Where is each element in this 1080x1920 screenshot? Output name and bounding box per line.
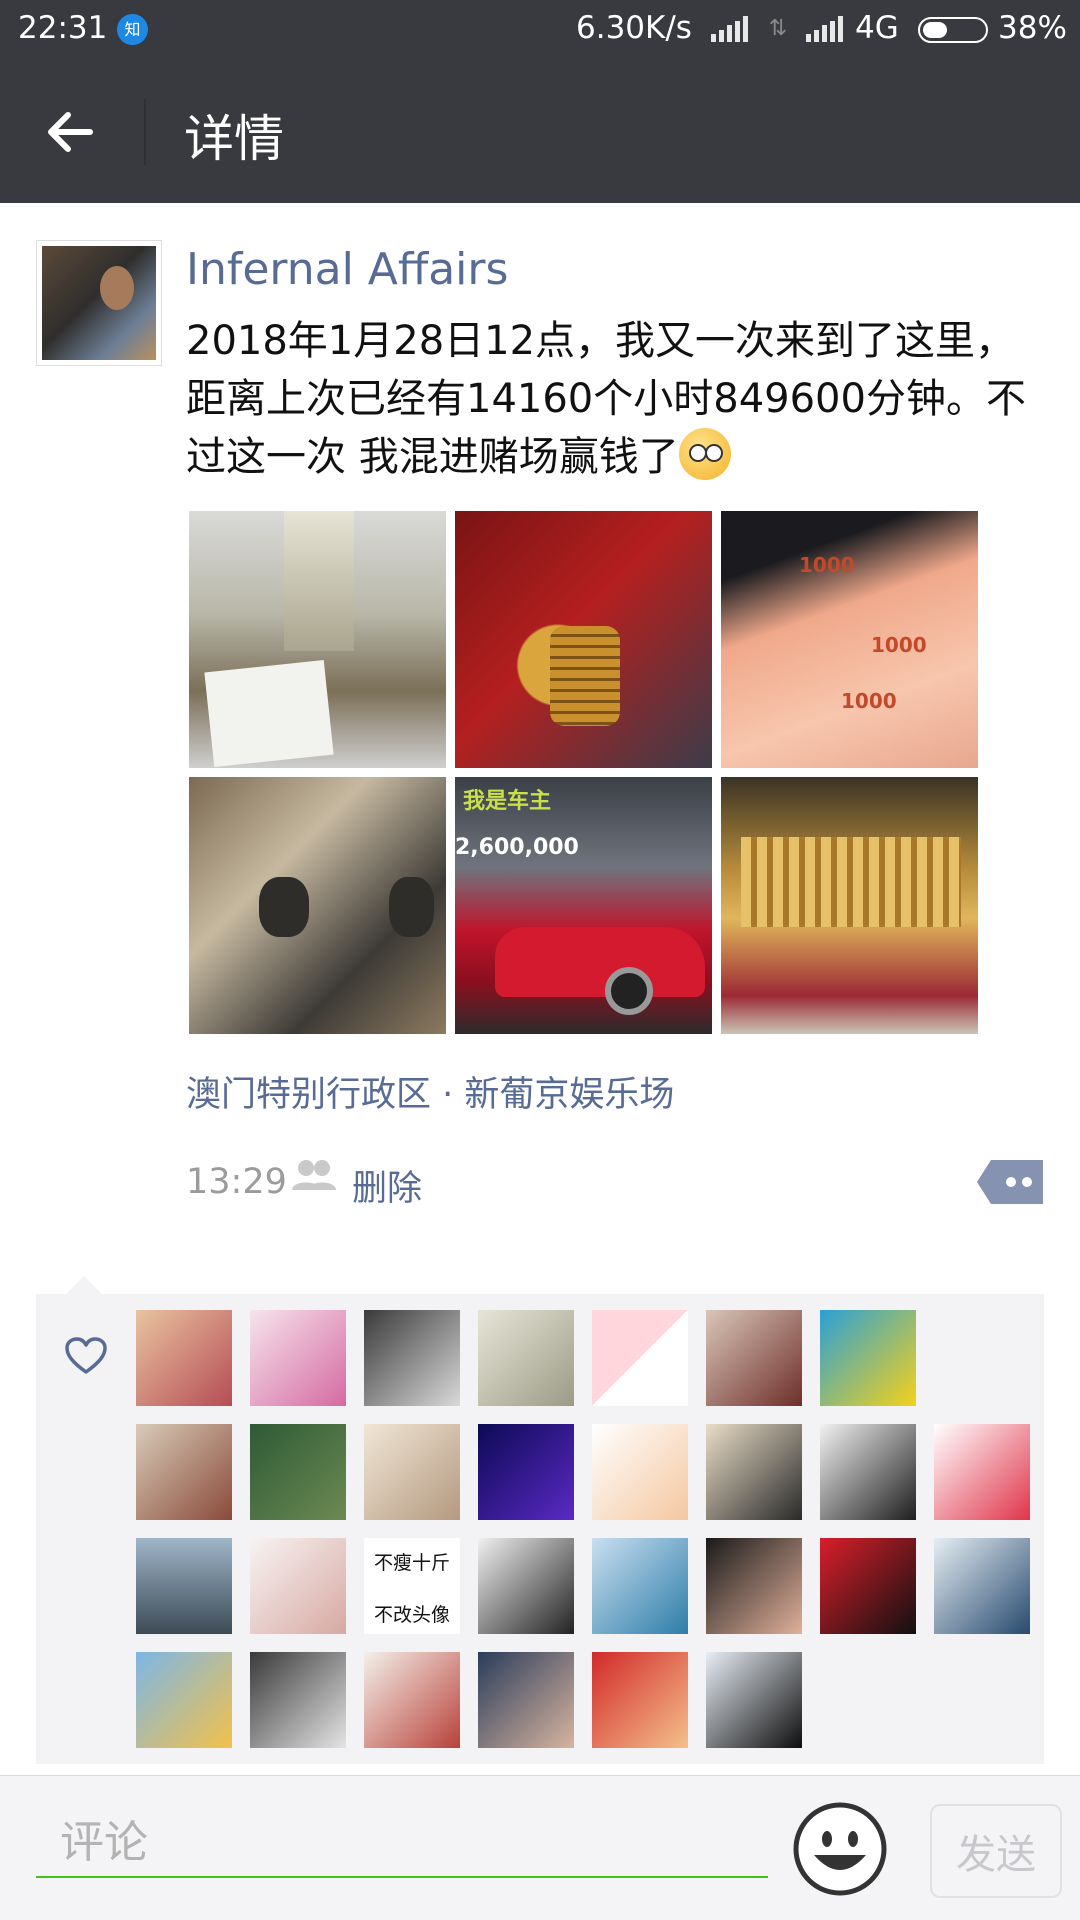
avatar-caption-line1: 不瘦十斤 xyxy=(373,1552,450,1574)
liker-avatar[interactable] xyxy=(706,1538,802,1634)
liker-avatar[interactable] xyxy=(592,1310,688,1406)
liker-avatar[interactable] xyxy=(364,1652,460,1748)
network-type: 4G xyxy=(855,10,899,46)
liker-avatar[interactable] xyxy=(364,1424,460,1520)
arrow-left-icon xyxy=(48,112,93,152)
heart-outline-icon xyxy=(65,1337,107,1374)
post-text: 2018年1月28日12点，我又一次来到了这里，距离上次已经有14160个小时8… xyxy=(186,312,1046,486)
zhihu-notification-icon: 知 xyxy=(117,14,148,45)
liker-avatar[interactable] xyxy=(136,1424,232,1520)
liker-avatar[interactable] xyxy=(250,1310,346,1406)
liker-avatar[interactable] xyxy=(250,1424,346,1520)
back-button[interactable] xyxy=(40,101,102,163)
liker-avatar[interactable] xyxy=(706,1310,802,1406)
liker-avatar[interactable] xyxy=(478,1424,574,1520)
post-body: 2018年1月28日12点，我又一次来到了这里，距离上次已经有14160个小时8… xyxy=(186,318,1026,480)
dizzy-face-emoji-icon xyxy=(678,428,731,480)
liker-avatar[interactable] xyxy=(820,1538,916,1634)
title-divider xyxy=(144,99,146,165)
car-banner-text: 我是车主 xyxy=(463,789,552,814)
battery-fill xyxy=(923,22,947,38)
location-link[interactable]: 澳门特别行政区 · 新葡京娱乐场 xyxy=(186,1066,674,1117)
liker-avatar[interactable] xyxy=(136,1538,232,1634)
banknote-label-3: 1000 xyxy=(841,689,897,713)
banknote-label-2: 1000 xyxy=(871,633,927,657)
avatar-caption-line2: 不改头像 xyxy=(373,1604,450,1626)
visibility-group-icon xyxy=(292,1160,336,1190)
signal-strength-icon xyxy=(711,16,749,42)
liker-avatar[interactable] xyxy=(478,1310,574,1406)
title-bar: 详情 xyxy=(0,59,1080,203)
photo-statues[interactable] xyxy=(189,777,446,1034)
data-transfer-icon: ⇅ xyxy=(768,16,788,41)
photo-casino-chips[interactable] xyxy=(455,511,712,768)
liker-avatar[interactable] xyxy=(250,1538,346,1634)
emoji-smiley-icon[interactable] xyxy=(792,1801,888,1897)
author-avatar[interactable] xyxy=(36,240,162,366)
status-bar: 22:31 知 6.30K/s ⇅ 4G 38% xyxy=(0,0,1080,59)
comment-menu-button[interactable] xyxy=(977,1160,1043,1204)
battery-percent: 38% xyxy=(998,10,1067,46)
liker-avatar[interactable] xyxy=(478,1538,574,1634)
liker-avatar[interactable] xyxy=(820,1424,916,1520)
photo-red-car[interactable]: 我是车主 2,600,000 xyxy=(455,777,712,1034)
author-name[interactable]: Infernal Affairs xyxy=(186,244,508,295)
liker-avatar[interactable] xyxy=(706,1424,802,1520)
liker-avatar[interactable] xyxy=(136,1652,232,1748)
liker-avatar[interactable] xyxy=(592,1538,688,1634)
liker-avatar[interactable] xyxy=(478,1652,574,1748)
delete-button[interactable]: 删除 xyxy=(352,1160,422,1211)
liker-avatar[interactable] xyxy=(934,1424,1030,1520)
liker-avatar[interactable] xyxy=(592,1424,688,1520)
likes-panel: 不瘦十斤 不改头像 xyxy=(36,1276,1044,1764)
avatar-image xyxy=(42,246,156,360)
signal-strength-icon-2 xyxy=(806,16,844,42)
liker-avatar[interactable]: 不瘦十斤 不改头像 xyxy=(364,1538,460,1634)
liker-avatar[interactable] xyxy=(706,1652,802,1748)
car-prize-amount: 2,600,000 xyxy=(455,835,579,860)
status-time: 22:31 xyxy=(18,10,108,46)
network-speed: 6.30K/s xyxy=(576,10,692,46)
liker-avatar[interactable] xyxy=(820,1310,916,1406)
post-timestamp: 13:29 xyxy=(186,1162,287,1202)
liker-avatar[interactable] xyxy=(592,1652,688,1748)
comment-bar: 发送 xyxy=(0,1775,1080,1920)
liker-avatar[interactable] xyxy=(250,1652,346,1748)
liker-avatar[interactable] xyxy=(364,1310,460,1406)
photo-golden-dragon-boat[interactable] xyxy=(721,777,978,1034)
liker-avatar[interactable] xyxy=(934,1538,1030,1634)
battery-icon xyxy=(918,17,988,43)
page-title: 详情 xyxy=(184,110,284,168)
photo-grid: 1000 1000 1000 我是车主 2,600,000 xyxy=(189,511,979,1034)
send-button[interactable]: 发送 xyxy=(930,1804,1062,1898)
photo-banknotes[interactable]: 1000 1000 1000 xyxy=(721,511,978,768)
comment-input[interactable] xyxy=(36,1808,768,1878)
photo-grand-lisboa[interactable] xyxy=(189,511,446,768)
banknote-label-1: 1000 xyxy=(799,553,855,577)
liker-avatar[interactable] xyxy=(136,1310,232,1406)
